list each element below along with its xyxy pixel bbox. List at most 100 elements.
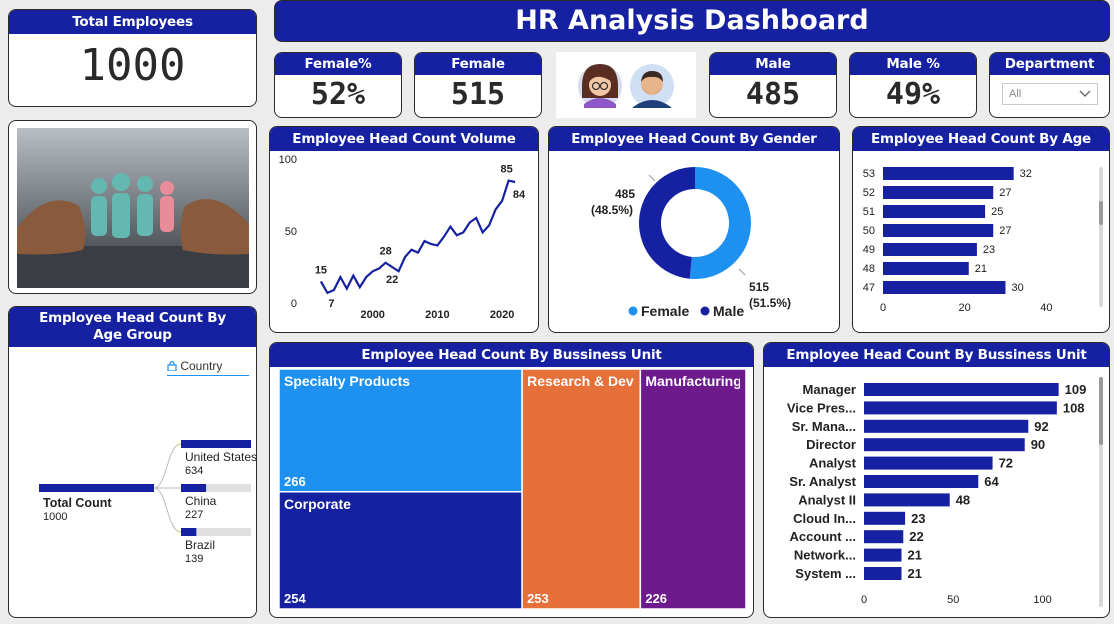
age-category-label: 52 (863, 187, 875, 199)
trend-series-line[interactable] (319, 179, 516, 295)
business-unit-treemap[interactable]: Specialty Products266Corporate254Researc… (270, 367, 753, 617)
trend-chart-card: Employee Head Count Volume Trend 0 50 100 2… (269, 126, 539, 333)
job-category-label: Director (806, 437, 856, 452)
age-bar[interactable] (883, 186, 994, 199)
age-bar[interactable] (883, 224, 994, 237)
job-category-label: Vice Pres... (787, 400, 856, 415)
age-x-tick: 0 (880, 302, 886, 314)
job-value-label: 48 (956, 492, 970, 507)
treemap-tile-rect[interactable] (639, 368, 747, 610)
treemap-title: Employee Head Count By Bussiness Unit (270, 343, 753, 367)
job-value-label: 21 (908, 548, 922, 563)
tree-child-label: China (185, 494, 217, 508)
job-category-label: Manager (803, 382, 856, 397)
job-bar[interactable] (864, 548, 902, 562)
job-bar[interactable] (864, 438, 1025, 452)
age-category-label: 50 (863, 225, 875, 237)
age-x-tick: 40 (1040, 302, 1052, 314)
age-category-label: 49 (863, 244, 875, 256)
trend-line-chart[interactable]: 0 50 100 2000 2010 2020 15 7 28 22 85 84 (270, 151, 538, 331)
age-category-label: 48 (863, 263, 875, 275)
job-title-bar-chart[interactable]: Manager 109 Vice Pres... 108 Sr. Mana... 92 Di… (764, 367, 1109, 617)
age-bar[interactable] (883, 205, 986, 218)
kpi-male: Male 485 (709, 52, 837, 118)
trend-data-label: 15 (315, 264, 327, 276)
donut-label-female-pct: (51.5%) (749, 296, 791, 310)
treemap-tile-value: 226 (645, 591, 667, 606)
gender-donut-chart[interactable]: 515 (51.5%) 485 (48.5%) Female Male (549, 151, 839, 331)
job-category-label: Analyst II (798, 492, 856, 507)
age-bar[interactable] (883, 167, 1014, 180)
treemap-tile[interactable]: Specialty Products 266 (278, 368, 523, 493)
treemap-tile-value: 266 (284, 474, 306, 489)
kpi-female-pct-value: 52% (310, 77, 366, 112)
treemap-tile-label: Corporate (284, 496, 351, 512)
donut-label-male-pct: (48.5%) (591, 203, 633, 217)
tree-child-value: 139 (185, 553, 203, 565)
decomposition-tree[interactable]: Total Count1000 United States634 China227 B… (9, 347, 256, 617)
job-value-label: 22 (909, 529, 923, 544)
trend-data-label: 28 (380, 246, 392, 258)
job-bar[interactable] (864, 493, 950, 507)
job-bar[interactable] (864, 419, 1029, 433)
legend-marker-male (700, 306, 710, 316)
age-bar-chart[interactable]: 53 32 52 27 51 25 50 27 49 23 48 21 47 30 0 20 40 (853, 151, 1109, 331)
tree-root-value: 1000 (43, 511, 67, 523)
avatars-panel (556, 52, 696, 118)
gender-chart-card: Employee Head Count By Gender 515 (51.5%)… (548, 126, 840, 333)
job-bar[interactable] (864, 530, 904, 544)
age-chart-title: Employee Head Count By Age Group (853, 127, 1109, 171)
age-chart-card: Employee Head Count By Age Group 53 32 52 2… (852, 126, 1110, 333)
kpi-total-employees: Total Employees 1000 (8, 9, 257, 107)
job-bar[interactable] (864, 383, 1059, 396)
age-chart-scrollbar[interactable] (1099, 167, 1103, 307)
kpi-total-employees-label: Total Employees (9, 10, 256, 34)
tree-child-bar[interactable] (181, 528, 197, 536)
treemap-tile[interactable]: Corporate 254 (278, 491, 523, 610)
treemap-tile[interactable]: Manufacturing 226 (639, 368, 747, 610)
job-value-label: 23 (911, 511, 925, 526)
trend-data-label: 7 (328, 298, 334, 310)
y-tick-label: 50 (285, 226, 297, 238)
avatars-graphic (578, 64, 674, 108)
tree-child-label: Brazil (185, 538, 215, 552)
age-value-label: 27 (999, 225, 1011, 237)
kpi-male-label: Male (710, 53, 836, 75)
kpi-female-pct-label: Female% (275, 53, 401, 75)
jobs-chart-title: Employee Head Count By Bussiness Unit (764, 343, 1109, 367)
age-bar[interactable] (883, 281, 1006, 294)
age-category-label: 47 (863, 282, 875, 294)
chevron-down-icon (1079, 84, 1091, 111)
tree-child-bar[interactable] (181, 440, 251, 448)
donut-slice-male[interactable] (638, 167, 695, 279)
y-tick-label: 100 (279, 154, 297, 166)
treemap-card: Employee Head Count By Bussiness Unit Sp… (269, 342, 754, 618)
job-bar[interactable] (864, 401, 1057, 415)
donut-label-female-value: 515 (749, 280, 769, 294)
donut-label-male-value: 485 (615, 187, 635, 201)
department-dropdown[interactable]: All (1002, 83, 1098, 105)
job-bar[interactable] (864, 475, 979, 488)
kpi-female-value: 515 (450, 77, 506, 112)
age-bar[interactable] (883, 243, 977, 256)
kpi-total-employees-value: 1000 (79, 40, 186, 91)
job-x-tick: 0 (861, 594, 867, 606)
tree-connector (153, 443, 182, 489)
treemap-tile-rect[interactable] (521, 368, 642, 610)
job-bar[interactable] (864, 567, 902, 580)
job-bar[interactable] (864, 511, 906, 525)
job-category-label: Sr. Mana... (792, 419, 856, 434)
tree-child-bar[interactable] (181, 484, 207, 492)
job-bar[interactable] (864, 456, 993, 470)
age-category-label: 53 (863, 168, 875, 180)
treemap-tile-value: 254 (284, 591, 306, 606)
treemap-tile-label: Specialty Products (284, 373, 410, 389)
age-value-label: 32 (1020, 168, 1032, 180)
tree-root-bar[interactable] (39, 484, 154, 492)
age-bar[interactable] (883, 262, 969, 275)
job-value-label: 92 (1034, 419, 1048, 434)
job-value-label: 90 (1031, 437, 1045, 452)
donut-slice-female[interactable] (689, 167, 751, 279)
jobs-chart-scrollbar[interactable] (1099, 377, 1103, 607)
x-tick-label: 2000 (360, 309, 384, 321)
